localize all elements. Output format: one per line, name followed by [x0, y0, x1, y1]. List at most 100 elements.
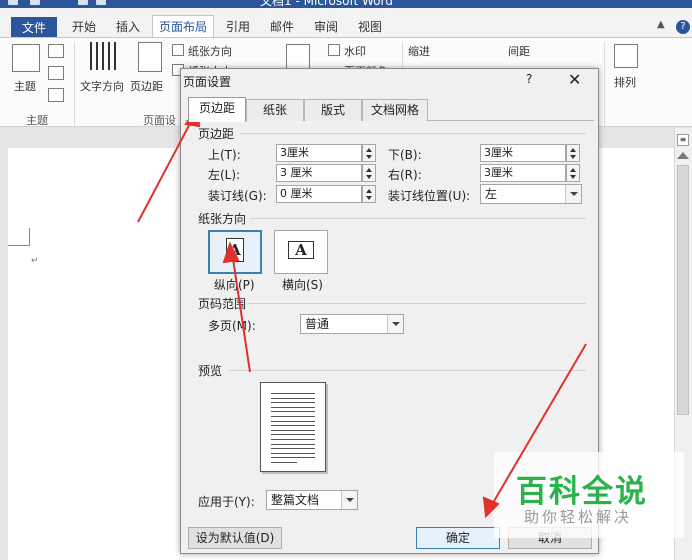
- group-label-themes: 主题: [26, 114, 48, 127]
- dialog-title: 页面设置: [183, 75, 232, 89]
- tab-home[interactable]: 开始: [72, 16, 96, 38]
- save-icon[interactable]: [30, 0, 40, 5]
- arrange-icon[interactable]: [614, 44, 638, 68]
- orientation-button-label[interactable]: 纸张方向: [188, 43, 232, 59]
- gutter-label: 装订线(G):: [208, 189, 267, 203]
- right-margin-spinner[interactable]: [566, 164, 580, 182]
- watermark-icon[interactable]: [328, 44, 340, 56]
- dialog-help-button[interactable]: ?: [526, 72, 532, 86]
- landscape-option[interactable]: A: [274, 230, 328, 274]
- preview-text-line: [271, 416, 315, 417]
- paragraph-mark: ↵: [31, 256, 39, 266]
- text-direction-button-label[interactable]: 文字方向: [80, 78, 124, 94]
- preview-text-line: [271, 393, 315, 394]
- arrange-button-label[interactable]: 排列: [614, 74, 636, 90]
- tab-file[interactable]: 文件: [11, 17, 57, 38]
- tab-view[interactable]: 视图: [358, 16, 382, 38]
- multiple-pages-select[interactable]: 普通: [300, 314, 404, 334]
- indent-label: 缩进: [408, 45, 430, 58]
- portrait-page-icon: A: [226, 238, 244, 262]
- left-margin-spinner[interactable]: [362, 164, 376, 182]
- help-icon[interactable]: ?: [676, 20, 690, 34]
- bottom-margin-input[interactable]: 3厘米: [480, 144, 566, 162]
- ok-button[interactable]: 确定: [416, 527, 500, 549]
- preview-text-line: [271, 402, 315, 404]
- ribbon-separator: [74, 42, 75, 126]
- preview-text-line: [271, 397, 315, 399]
- preview-text-line: [271, 457, 315, 459]
- tab-mailings[interactable]: 邮件: [270, 16, 294, 38]
- portrait-option[interactable]: A: [208, 230, 262, 274]
- themes-icon[interactable]: [12, 44, 40, 72]
- preview-text-line: [271, 420, 315, 422]
- collapse-ribbon-icon[interactable]: ▲: [657, 19, 665, 30]
- section-margins: 页边距: [198, 127, 235, 141]
- bottom-margin-spinner[interactable]: [566, 144, 580, 162]
- watermark-button-label[interactable]: 水印: [344, 43, 366, 59]
- spacing-label: 间距: [508, 45, 530, 58]
- theme-fonts-icon[interactable]: [48, 66, 64, 80]
- tab-layout[interactable]: 版式: [304, 99, 362, 121]
- left-margin-label: 左(L):: [208, 168, 241, 182]
- tab-margins[interactable]: 页边距: [188, 97, 246, 122]
- print-preview-icon[interactable]: [96, 0, 106, 5]
- dialog-close-button[interactable]: ✕: [568, 70, 581, 89]
- top-margin-label: 上(T):: [208, 148, 241, 162]
- tab-review[interactable]: 审阅: [314, 16, 338, 38]
- right-margin-input[interactable]: 3厘米: [480, 164, 566, 182]
- tab-document-grid[interactable]: 文档网格: [362, 99, 428, 121]
- section-preview: 预览: [198, 364, 223, 378]
- orientation-icon[interactable]: [172, 44, 184, 56]
- tab-page-layout[interactable]: 页面布局: [152, 15, 215, 39]
- title-bar: 文档1 - Microsoft Word: [0, 0, 692, 8]
- theme-effects-icon[interactable]: [48, 88, 64, 102]
- themes-button-label[interactable]: 主题: [14, 78, 36, 94]
- preview-text-line: [271, 462, 297, 463]
- tab-insert[interactable]: 插入: [116, 16, 140, 38]
- preview-text-line: [271, 406, 315, 408]
- gutter-position-select[interactable]: 左: [480, 184, 582, 204]
- group-label-page-setup: 页面设: [143, 114, 176, 127]
- preview-text-line: [271, 439, 315, 440]
- gutter-position-value: 左: [485, 187, 498, 201]
- set-default-button[interactable]: 设为默认值(D): [188, 527, 282, 549]
- top-margin-input[interactable]: 3厘米: [276, 144, 362, 162]
- landscape-label[interactable]: 横向(S): [282, 276, 323, 293]
- section-pages: 页码范围: [198, 297, 247, 311]
- watermark-logo-text: 百科全说: [516, 474, 648, 510]
- tab-paper[interactable]: 纸张: [246, 99, 304, 121]
- preview-text-line: [271, 429, 315, 431]
- redo-icon[interactable]: [78, 0, 88, 5]
- preview-text-line: [271, 425, 315, 427]
- scroll-up-icon[interactable]: [677, 152, 689, 159]
- portrait-label[interactable]: 纵向(P): [214, 276, 255, 293]
- right-margin-label: 右(R):: [388, 168, 422, 182]
- gutter-position-label: 装订线位置(U):: [388, 189, 471, 203]
- gutter-input[interactable]: 0 厘米: [276, 185, 362, 203]
- watermark-subtitle: 助你轻松解决: [524, 508, 633, 526]
- ribbon-tab-bar: 文件 开始 插入 页面布局 引用 邮件 审阅 视图 ▲ ?: [0, 8, 692, 39]
- ribbon-separator: [604, 42, 605, 126]
- word-logo-icon[interactable]: [8, 0, 18, 5]
- chevron-down-icon: [387, 315, 403, 333]
- text-direction-icon[interactable]: [90, 42, 116, 70]
- gutter-spinner[interactable]: [362, 185, 376, 203]
- left-margin-input[interactable]: 3 厘米: [276, 164, 362, 182]
- tab-references[interactable]: 引用: [226, 16, 250, 38]
- apply-to-select[interactable]: 整篇文档: [266, 490, 358, 510]
- multiple-pages-label: 多页(M):: [208, 319, 256, 333]
- scroll-thumb[interactable]: [677, 165, 689, 415]
- section-orientation: 纸张方向: [198, 212, 247, 226]
- preview-text-line: [271, 411, 315, 413]
- margins-icon[interactable]: [138, 42, 162, 72]
- apply-to-label: 应用于(Y):: [198, 495, 255, 509]
- page-corner-mark: [8, 228, 30, 246]
- margins-button-label[interactable]: 页边距: [130, 78, 163, 94]
- theme-colors-icon[interactable]: [48, 44, 64, 58]
- ruler-toggle-icon[interactable]: ≡: [677, 134, 689, 146]
- top-margin-spinner[interactable]: [362, 144, 376, 162]
- section-divider: [250, 218, 586, 219]
- bottom-margin-label: 下(B):: [388, 148, 422, 162]
- section-divider: [248, 303, 586, 304]
- preview-text-line: [271, 452, 315, 454]
